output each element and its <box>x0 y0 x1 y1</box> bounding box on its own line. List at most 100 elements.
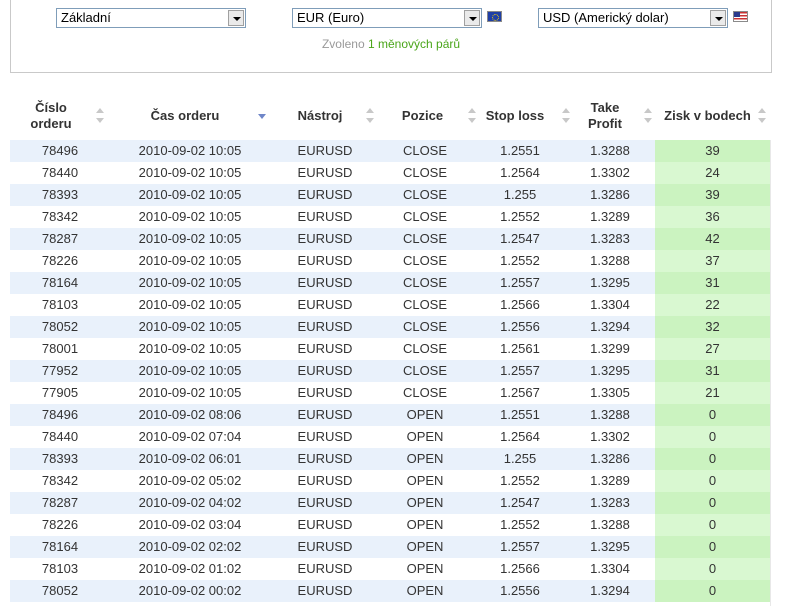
position-cell: CLOSE <box>402 165 448 180</box>
sort-icon[interactable] <box>96 108 104 124</box>
profit-points-cell: 22 <box>655 294 770 316</box>
type-select[interactable]: Základní <box>56 8 246 28</box>
position-cell: CLOSE <box>402 143 448 158</box>
take-profit-cell: 1.3295 <box>590 275 630 290</box>
base-currency-value: EUR (Euro) <box>297 10 365 25</box>
order-no-cell: 78001 <box>41 341 79 356</box>
stop-loss-cell: 1.2557 <box>500 363 540 378</box>
order-time-cell: 2010-09-02 02:02 <box>138 539 242 554</box>
stop-loss-cell: 1.2552 <box>500 253 540 268</box>
profit-points-cell: 31 <box>655 360 770 382</box>
instrument-cell: EURUSD <box>297 275 353 290</box>
stop-loss-cell: 1.2557 <box>500 539 540 554</box>
take-profit-cell: 1.3288 <box>590 143 630 158</box>
profit-points-cell: 27 <box>655 338 770 360</box>
table-row[interactable]: 78103 2010-09-02 01:02 EURUSD OPEN 1.2566 1.3… <box>10 558 770 580</box>
order-no-cell: 78496 <box>41 407 79 422</box>
table-row[interactable]: 78164 2010-09-02 10:05 EURUSD CLOSE 1.2557 1.… <box>10 272 770 294</box>
table-row[interactable]: 78287 2010-09-02 10:05 EURUSD CLOSE 1.2547 1.… <box>10 228 770 250</box>
position-cell: OPEN <box>406 561 444 576</box>
table-row[interactable]: 78287 2010-09-02 04:02 EURUSD OPEN 1.2547 1.3… <box>10 492 770 514</box>
take-profit-cell: 1.3302 <box>590 165 630 180</box>
table-header: Číslo orderu Čas orderu Nástroj Pozice S… <box>10 92 770 140</box>
stop-loss-cell: 1.2564 <box>500 429 540 444</box>
take-profit-cell: 1.3295 <box>590 363 630 378</box>
take-profit-cell: 1.3295 <box>590 539 630 554</box>
sort-icon[interactable] <box>468 108 476 124</box>
table-row[interactable]: 78164 2010-09-02 02:02 EURUSD OPEN 1.2557 1.3… <box>10 536 770 558</box>
take-profit-cell: 1.3286 <box>590 187 630 202</box>
sort-icon[interactable] <box>758 108 766 124</box>
instrument-cell: EURUSD <box>297 385 353 400</box>
take-profit-cell: 1.3289 <box>590 209 630 224</box>
stop-loss-cell: 1.2551 <box>500 143 540 158</box>
base-currency-select[interactable]: EUR (Euro) <box>292 8 482 28</box>
table-row[interactable]: 78342 2010-09-02 05:02 EURUSD OPEN 1.2552 1.3… <box>10 470 770 492</box>
chevron-down-icon[interactable] <box>228 10 244 26</box>
table-row[interactable]: 78226 2010-09-02 03:04 EURUSD OPEN 1.2552 1.3… <box>10 514 770 536</box>
th-order-no[interactable]: Číslo orderu <box>10 92 100 140</box>
instrument-cell: EURUSD <box>297 341 353 356</box>
th-order-time[interactable]: Čas orderu <box>110 92 260 140</box>
th-profit-points-label: Zisk v bodech <box>664 108 751 123</box>
th-profit-points[interactable]: Zisk v bodech <box>655 92 770 140</box>
stop-loss-cell: 1.2552 <box>500 473 540 488</box>
order-no-cell: 78164 <box>41 275 79 290</box>
table-row[interactable]: 77952 2010-09-02 10:05 EURUSD CLOSE 1.2557 1.… <box>10 360 770 382</box>
order-time-cell: 2010-09-02 00:02 <box>138 583 242 598</box>
th-position[interactable]: Pozice <box>380 92 465 140</box>
table-row[interactable]: 78001 2010-09-02 10:05 EURUSD CLOSE 1.2561 1.… <box>10 338 770 360</box>
table-row[interactable]: 78226 2010-09-02 10:05 EURUSD CLOSE 1.2552 1.… <box>10 250 770 272</box>
th-instrument[interactable]: Nástroj <box>280 92 360 140</box>
order-no-cell: 78226 <box>41 517 79 532</box>
instrument-cell: EURUSD <box>297 473 353 488</box>
position-cell: CLOSE <box>402 253 448 268</box>
instrument-cell: EURUSD <box>297 143 353 158</box>
table-row[interactable]: 78440 2010-09-02 07:04 EURUSD OPEN 1.2564 1.3… <box>10 426 770 448</box>
order-time-cell: 2010-09-02 04:02 <box>138 495 242 510</box>
table-row[interactable]: 78103 2010-09-02 10:05 EURUSD CLOSE 1.2566 1.… <box>10 294 770 316</box>
order-no-cell: 78103 <box>41 297 79 312</box>
table-row[interactable]: 78440 2010-09-02 10:05 EURUSD CLOSE 1.2564 1.… <box>10 162 770 184</box>
take-profit-cell: 1.3289 <box>590 473 630 488</box>
order-time-cell: 2010-09-02 01:02 <box>138 561 242 576</box>
stop-loss-cell: 1.2556 <box>500 583 540 598</box>
sort-icon[interactable] <box>644 108 652 124</box>
table-row[interactable]: 78052 2010-09-02 00:02 EURUSD OPEN 1.2556 1.3… <box>10 580 770 602</box>
take-profit-cell: 1.3294 <box>590 583 630 598</box>
instrument-cell: EURUSD <box>297 495 353 510</box>
position-cell: CLOSE <box>402 319 448 334</box>
sort-icon[interactable] <box>366 108 374 124</box>
stop-loss-cell: 1.2556 <box>500 319 540 334</box>
th-order-time-label: Čas orderu <box>150 108 220 123</box>
table-row[interactable]: 78393 2010-09-02 06:01 EURUSD OPEN 1.255 1.32… <box>10 448 770 470</box>
instrument-cell: EURUSD <box>297 209 353 224</box>
filter-panel: Základní EUR (Euro) USD (Americký dolar)… <box>10 0 772 73</box>
table-row[interactable]: 78496 2010-09-02 08:06 EURUSD OPEN 1.2551 1.3… <box>10 404 770 426</box>
chevron-down-icon[interactable] <box>464 10 480 26</box>
profit-points-cell: 0 <box>655 426 770 448</box>
take-profit-cell: 1.3302 <box>590 429 630 444</box>
table-row[interactable]: 78052 2010-09-02 10:05 EURUSD CLOSE 1.2556 1.… <box>10 316 770 338</box>
take-profit-cell: 1.3304 <box>590 561 630 576</box>
quote-currency-select[interactable]: USD (Americký dolar) <box>538 8 728 28</box>
order-time-cell: 2010-09-02 10:05 <box>138 319 242 334</box>
chevron-down-icon[interactable] <box>710 10 726 26</box>
table-row[interactable]: 78393 2010-09-02 10:05 EURUSD CLOSE 1.255 1.3… <box>10 184 770 206</box>
profit-points-cell: 0 <box>655 558 770 580</box>
th-take-profit-label: Take Profit <box>588 100 622 131</box>
table-row[interactable]: 78342 2010-09-02 10:05 EURUSD CLOSE 1.2552 1.… <box>10 206 770 228</box>
instrument-cell: EURUSD <box>297 165 353 180</box>
order-no-cell: 78440 <box>41 429 79 444</box>
th-take-profit[interactable]: Take Profit <box>575 92 635 140</box>
table-row[interactable]: 78496 2010-09-02 10:05 EURUSD CLOSE 1.2551 1.… <box>10 140 770 162</box>
sort-desc-icon[interactable] <box>258 108 266 124</box>
th-order-no-label: Číslo orderu <box>30 100 72 131</box>
sort-icon[interactable] <box>562 108 570 124</box>
take-profit-cell: 1.3299 <box>590 341 630 356</box>
order-no-cell: 78342 <box>41 473 79 488</box>
th-stop-loss[interactable]: Stop loss <box>480 92 550 140</box>
order-time-cell: 2010-09-02 10:05 <box>138 363 242 378</box>
instrument-cell: EURUSD <box>297 253 353 268</box>
table-row[interactable]: 77905 2010-09-02 10:05 EURUSD CLOSE 1.2567 1.… <box>10 382 770 404</box>
